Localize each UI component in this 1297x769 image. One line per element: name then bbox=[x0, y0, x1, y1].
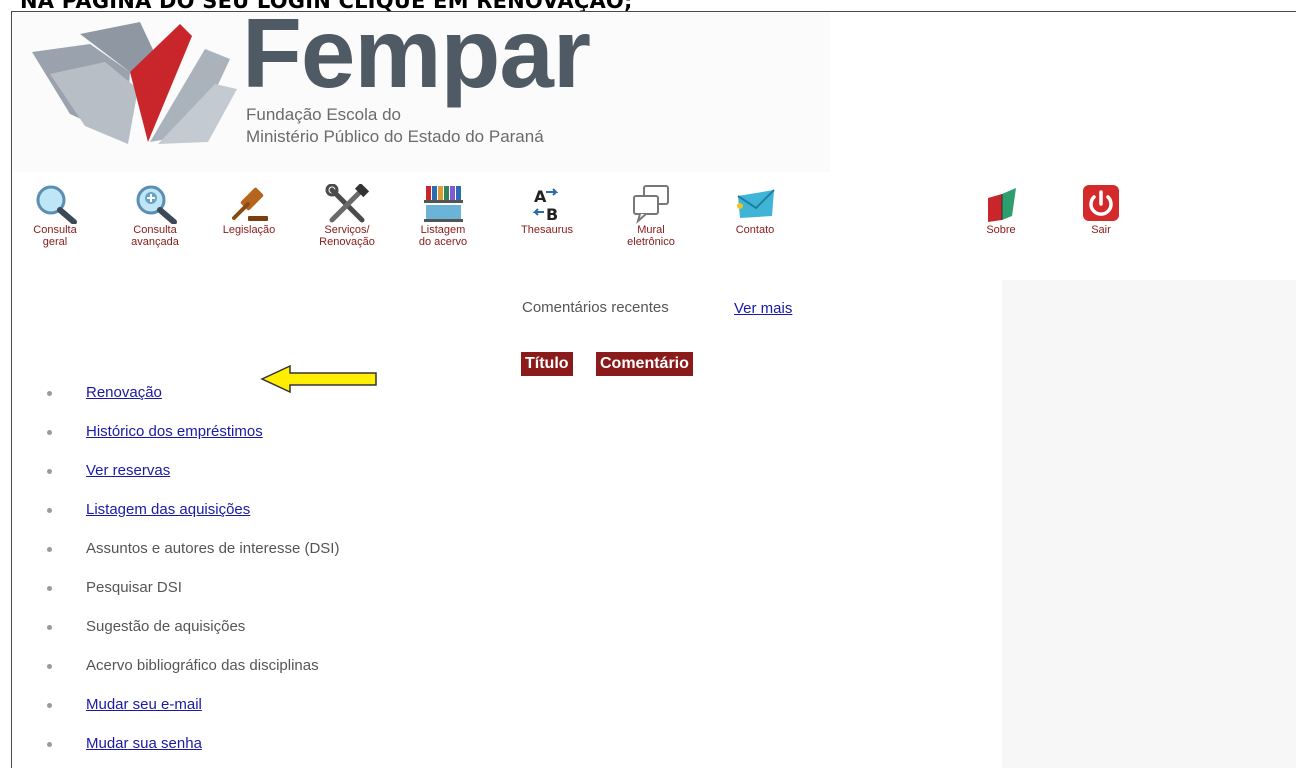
logo-subtitle-line2: Ministério Público do Estado do Paraná bbox=[246, 127, 544, 146]
bullet-icon bbox=[47, 664, 52, 669]
mural-eletronico-button[interactable]: Mural eletrônico bbox=[616, 184, 686, 248]
fempar-logo: Fempar Fundação Escola do Ministério Púb… bbox=[12, 12, 830, 172]
book-about-icon bbox=[988, 188, 1016, 222]
listagem-label-1: Listagem bbox=[420, 224, 466, 236]
bullet-icon bbox=[47, 430, 52, 435]
gavel-icon bbox=[232, 187, 268, 221]
sair-label: Sair bbox=[1091, 224, 1111, 236]
menu-item-link[interactable]: Renovação bbox=[86, 384, 162, 401]
consulta-avancada-button[interactable]: Consulta avançada bbox=[120, 184, 190, 248]
sobre-label: Sobre bbox=[986, 224, 1016, 236]
menu-item-label: Sugestão de aquisições bbox=[86, 618, 246, 635]
magnifier-plus-icon bbox=[136, 185, 177, 224]
tools-icon bbox=[325, 184, 370, 223]
legislacao-label: Legislação bbox=[222, 224, 276, 236]
menu-item-label: Acervo bibliográfico das disciplinas bbox=[86, 657, 319, 674]
main-toolbar: Consulta geral Consulta avançada Legisla… bbox=[12, 184, 1152, 264]
menu-item-link[interactable]: Mudar sua senha bbox=[86, 735, 202, 752]
bullet-icon bbox=[47, 391, 52, 396]
bullet-icon bbox=[47, 742, 52, 747]
open-book-logo-icon bbox=[32, 22, 237, 144]
menu-item-label: Assuntos e autores de interesse (DSI) bbox=[86, 540, 340, 557]
thesaurus-button[interactable]: A B Thesaurus bbox=[512, 184, 582, 236]
yellow-arrow-icon bbox=[260, 364, 377, 394]
servicos-renovacao-button[interactable]: Serviços/ Renovação bbox=[312, 184, 382, 248]
table-header-titulo: Título bbox=[521, 352, 573, 376]
menu-item-label: Pesquisar DSI bbox=[86, 579, 182, 596]
speech-bubbles-icon bbox=[633, 185, 669, 224]
svg-text:A: A bbox=[534, 187, 547, 206]
sair-button[interactable]: Sair bbox=[1066, 184, 1136, 236]
logo-subtitle-line1: Fundação Escola do bbox=[246, 105, 401, 124]
bullet-icon bbox=[47, 625, 52, 630]
menu-item-link[interactable]: Listagem das aquisições bbox=[86, 501, 250, 518]
listagem-label-2: do acervo bbox=[418, 236, 468, 248]
contato-button[interactable]: Contato bbox=[720, 184, 790, 236]
sobre-button[interactable]: Sobre bbox=[966, 184, 1036, 236]
envelope-icon bbox=[737, 189, 775, 218]
bullet-icon bbox=[47, 703, 52, 708]
bullet-icon bbox=[47, 469, 52, 474]
bullet-icon bbox=[47, 586, 52, 591]
bullet-icon bbox=[47, 547, 52, 552]
listagem-acervo-button[interactable]: Listagem do acervo bbox=[408, 184, 478, 248]
menu-item-link[interactable]: Mudar seu e-mail bbox=[86, 696, 202, 713]
menu-item-link[interactable]: Histórico dos empréstimos bbox=[86, 423, 263, 440]
mural-label-1: Mural bbox=[637, 224, 665, 236]
table-header-comentario: Comentário bbox=[596, 352, 693, 376]
power-icon bbox=[1083, 185, 1119, 221]
consulta-geral-button[interactable]: Consulta geral bbox=[20, 184, 90, 248]
svg-text:B: B bbox=[546, 205, 558, 224]
contato-label: Contato bbox=[735, 224, 775, 236]
thesaurus-label: Thesaurus bbox=[521, 224, 573, 236]
consulta-avancada-label-1: Consulta bbox=[133, 224, 177, 236]
legislacao-button[interactable]: Legislação bbox=[214, 184, 284, 236]
bookshelf-icon bbox=[424, 186, 463, 222]
menu-item-link[interactable]: Ver reservas bbox=[86, 462, 170, 479]
recent-comments-label: Comentários recentes bbox=[522, 299, 669, 316]
right-sidebar-panel bbox=[1002, 280, 1296, 768]
magnifier-icon bbox=[36, 185, 77, 224]
servicos-label-2: Renovação bbox=[319, 236, 375, 248]
a-to-b-icon: A B bbox=[532, 187, 559, 224]
bullet-icon bbox=[47, 508, 52, 513]
servicos-label-1: Serviços/ bbox=[324, 224, 370, 236]
consulta-geral-label-1: Consulta bbox=[33, 224, 77, 236]
ver-mais-link[interactable]: Ver mais bbox=[734, 300, 792, 317]
mural-label-2: eletrônico bbox=[627, 236, 675, 248]
consulta-avancada-label-2: avançada bbox=[131, 236, 179, 248]
consulta-geral-label-2: geral bbox=[42, 236, 68, 248]
fempar-wordmark: Fempar bbox=[242, 11, 591, 108]
browser-page: Fempar Fundação Escola do Ministério Púb… bbox=[11, 11, 1296, 768]
